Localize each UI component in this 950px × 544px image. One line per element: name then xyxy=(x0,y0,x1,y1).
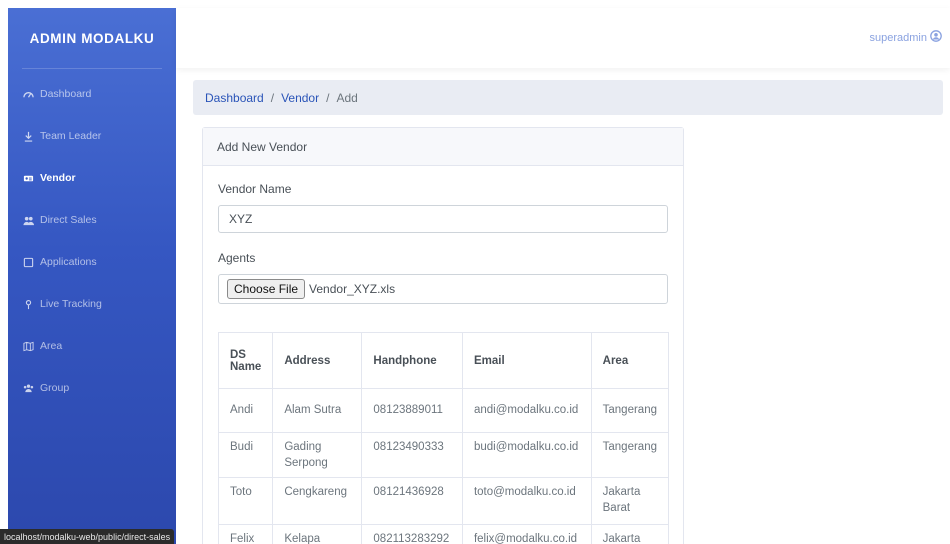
table-row: Budi Gading Serpong 08123490333 budi@mod… xyxy=(217,432,670,478)
table-cell: Cengkareng xyxy=(272,477,363,525)
browser-status-url: localhost/modalku-web/public/direct-sale… xyxy=(0,529,175,544)
column-header: Area xyxy=(590,332,670,389)
map-icon xyxy=(22,340,34,352)
sidebar-item-label: Team Leader xyxy=(40,130,102,142)
add-vendor-card: Add New Vendor Vendor Name XYZ Agents Ch… xyxy=(202,127,684,544)
sidebar-item-applications[interactable]: Applications xyxy=(8,241,176,283)
vendor-name-input[interactable]: XYZ xyxy=(218,205,668,233)
table-cell: Alam Sutra xyxy=(272,388,363,433)
brand-title[interactable]: ADMIN MODALKU xyxy=(8,8,176,68)
table-cell: 082113283292 xyxy=(361,524,463,544)
breadcrumb-link-vendor[interactable]: Vendor xyxy=(281,91,319,105)
table-cell: Tangerang xyxy=(590,388,670,433)
breadcrumb-separator: / xyxy=(270,90,275,105)
breadcrumb-current: Add xyxy=(336,90,358,105)
sidebar-item-live-tracking[interactable]: Live Tracking xyxy=(8,283,176,325)
table-cell: Tangerang xyxy=(590,432,670,478)
table-row: Toto Cengkareng 08121436928 toto@modalku… xyxy=(217,477,670,525)
sidebar-item-area[interactable]: Area xyxy=(8,325,176,367)
table-cell: Jakarta Barat xyxy=(590,477,670,525)
group-icon xyxy=(22,382,34,394)
table-cell: Kelapa xyxy=(272,524,363,544)
card-title: Add New Vendor xyxy=(203,128,683,166)
username: superadmin xyxy=(869,31,927,44)
table-cell: Budi xyxy=(217,432,274,478)
sidebar-item-direct-sales[interactable]: Direct Sales xyxy=(8,199,176,241)
vendor-icon xyxy=(22,172,34,184)
sidebar-item-group[interactable]: Group xyxy=(8,367,176,409)
table-cell: budi@modalku.co.id xyxy=(461,432,592,478)
card-body: Vendor Name XYZ Agents Choose File Vendo… xyxy=(203,166,683,544)
breadcrumb-link-dashboard[interactable]: Dashboard xyxy=(205,91,264,105)
vendor-name-label: Vendor Name xyxy=(218,182,292,196)
sidebar-item-label: Vendor xyxy=(40,172,76,184)
table-cell: Gading Serpong xyxy=(272,432,363,478)
choose-file-button[interactable]: Choose File xyxy=(227,279,306,299)
sidebar-item-label: Area xyxy=(40,340,63,352)
sidebar-item-team-leader[interactable]: Team Leader xyxy=(8,115,176,157)
column-header: Address xyxy=(272,332,363,389)
table-header-row: DS Name Address Handphone Email Area xyxy=(217,332,670,389)
team-leader-icon xyxy=(22,130,34,142)
breadcrumb: Dashboard / Vendor / Add xyxy=(193,80,943,115)
column-header: Handphone xyxy=(361,332,463,389)
sidebar-item-vendor[interactable]: Vendor xyxy=(8,157,176,199)
table-cell: Jakarta xyxy=(590,524,670,544)
sidebar: ADMIN MODALKU Dashboard Team Leader Vend… xyxy=(8,8,176,544)
top-header: superadmin xyxy=(176,8,950,68)
table-cell: Toto xyxy=(217,477,274,525)
table-cell: 08123490333 xyxy=(361,432,463,478)
agents-label: Agents xyxy=(218,251,256,265)
map-pin-icon xyxy=(22,298,34,310)
table-cell: felix@modalku.co.id xyxy=(461,524,592,544)
agents-file-input[interactable]: Choose File Vendor_XYZ.xls xyxy=(218,274,668,304)
agents-table: DS Name Address Handphone Email Area And… xyxy=(217,332,670,544)
table-cell: toto@modalku.co.id xyxy=(461,477,592,525)
table-cell: 08123889011 xyxy=(361,388,463,433)
column-header: Email xyxy=(461,332,592,389)
sidebar-item-label: Direct Sales xyxy=(40,214,97,226)
sidebar-item-label: Live Tracking xyxy=(40,298,102,310)
table-row: Felix Kelapa 082113283292 felix@modalku.… xyxy=(217,524,670,544)
users-icon xyxy=(22,214,34,226)
user-circle-icon xyxy=(930,30,942,45)
table-cell: Andi xyxy=(217,388,274,433)
table-cell: Felix xyxy=(217,524,274,544)
sidebar-item-label: Dashboard xyxy=(40,88,92,100)
sidebar-nav: Dashboard Team Leader Vendor Direct Sale… xyxy=(8,69,176,409)
table-cell: andi@modalku.co.id xyxy=(461,388,592,433)
user-menu[interactable]: superadmin xyxy=(870,30,942,45)
dashboard-icon xyxy=(22,88,34,100)
table-row: Andi Alam Sutra 08123889011 andi@modalku… xyxy=(217,388,670,433)
sidebar-item-label: Applications xyxy=(40,256,97,268)
sidebar-item-dashboard[interactable]: Dashboard xyxy=(8,73,176,115)
table-cell: 08121436928 xyxy=(361,477,463,525)
file-name: Vendor_XYZ.xls xyxy=(309,282,396,296)
sidebar-item-label: Group xyxy=(40,382,70,394)
breadcrumb-separator: / xyxy=(326,90,330,105)
column-header: DS Name xyxy=(217,332,274,389)
applications-icon xyxy=(22,256,34,268)
